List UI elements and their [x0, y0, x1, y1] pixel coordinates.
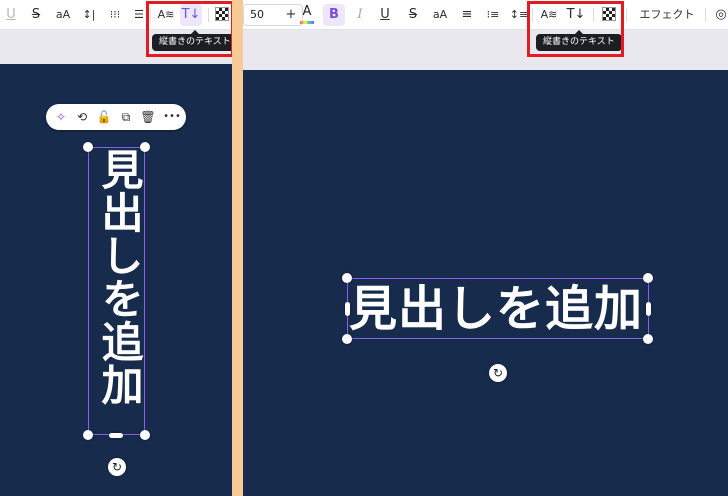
- more-options-icon[interactable]: •••: [163, 108, 181, 126]
- text-color-icon: A: [302, 4, 312, 19]
- magic-edit-icon[interactable]: ✧: [52, 108, 70, 126]
- resize-handle-br[interactable]: [140, 430, 150, 440]
- highlight-box: [527, 1, 624, 57]
- list-button[interactable]: ⁝≡: [483, 4, 503, 26]
- duplicate-icon[interactable]: ⧉: [117, 108, 135, 126]
- resize-handle-right[interactable]: [646, 302, 651, 316]
- resize-handle-br[interactable]: [643, 334, 653, 344]
- toolbar-divider: [705, 8, 706, 22]
- rotate-icon[interactable]: ↻: [489, 364, 507, 382]
- align-button[interactable]: ≡: [457, 4, 477, 26]
- bold-button[interactable]: B: [323, 4, 345, 26]
- right-editor-panel: 50 + A B I U S aA ≡ ⁝≡ ↕≡ A≋ T↓ エフェクト ◎ …: [243, 0, 728, 496]
- left-editor-panel: U S aA ↕| ⁝⁝⁝ ☰ A≋ T↓ 縦書きのテキスト ✧ ⟲ 🔓 ⧉ 🗑…: [0, 0, 232, 496]
- resize-handle-tl[interactable]: [83, 142, 93, 152]
- spacing-button[interactable]: ↕≡: [509, 4, 529, 26]
- letter-spacing-button[interactable]: ↕|: [79, 4, 99, 26]
- trash-icon[interactable]: 🗑: [139, 108, 157, 126]
- text-color-bar: [300, 21, 314, 24]
- resize-handle-tr[interactable]: [643, 273, 653, 283]
- strikethrough-button[interactable]: S: [27, 4, 45, 26]
- animate-icon[interactable]: ◎: [712, 4, 728, 26]
- letter-case-button[interactable]: aA: [52, 4, 74, 26]
- resize-handle-bl[interactable]: [342, 334, 352, 344]
- font-size-field[interactable]: 50 +: [243, 4, 303, 26]
- text-color-button[interactable]: A: [298, 4, 316, 26]
- list-button[interactable]: ⁝⁝⁝: [104, 4, 126, 26]
- resize-handle-bl[interactable]: [83, 430, 93, 440]
- italic-button[interactable]: I: [351, 4, 369, 26]
- resize-handle-left[interactable]: [345, 302, 350, 316]
- underline-button[interactable]: U: [376, 4, 394, 26]
- resize-handle-tr[interactable]: [140, 142, 150, 152]
- underline-button[interactable]: U: [2, 4, 20, 26]
- font-size-value: 50: [250, 8, 264, 21]
- comment-icon[interactable]: ⟲: [73, 108, 91, 126]
- strikethrough-button[interactable]: S: [404, 4, 422, 26]
- element-context-toolbar: ✧ ⟲ 🔓 ⧉ 🗑 •••: [46, 104, 186, 130]
- vertical-heading-text[interactable]: 見出しを追加: [94, 148, 144, 434]
- horizontal-heading-text[interactable]: 見出しを追加: [349, 280, 647, 338]
- resize-handle-bottom[interactable]: [109, 433, 123, 438]
- text-toolbar-right: 50 + A B I U S aA ≡ ⁝≡ ↕≡ A≋ T↓ エフェクト ◎: [243, 0, 728, 30]
- letter-case-button[interactable]: aA: [429, 4, 451, 26]
- toolbar-divider: [626, 8, 627, 22]
- effects-button[interactable]: エフェクト: [637, 4, 697, 26]
- rotate-icon[interactable]: ↻: [108, 458, 126, 476]
- highlight-box: [146, 1, 232, 57]
- resize-handle-tl[interactable]: [342, 273, 352, 283]
- lock-icon[interactable]: 🔓: [95, 108, 113, 126]
